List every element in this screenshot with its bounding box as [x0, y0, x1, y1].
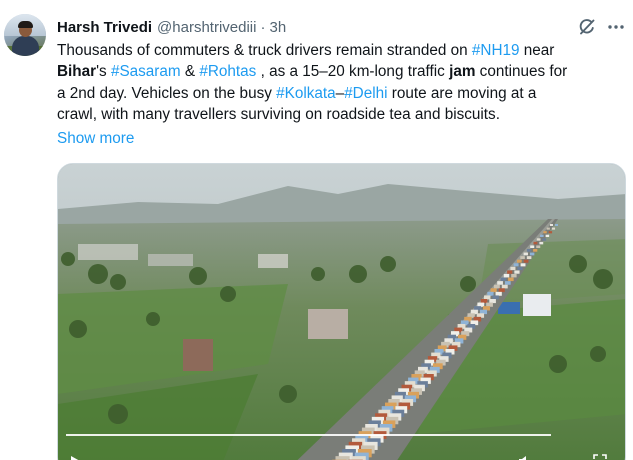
- vehicle: [526, 249, 532, 252]
- video-progress-bar[interactable]: [66, 434, 551, 436]
- vehicle: [536, 238, 541, 241]
- hashtag-link[interactable]: #Sasaram: [111, 63, 181, 80]
- vehicle: [540, 234, 544, 238]
- avatar[interactable]: [4, 14, 46, 56]
- vehicle: [495, 291, 502, 296]
- vehicle: [500, 277, 507, 282]
- hashtag-link[interactable]: #NH19: [472, 42, 520, 59]
- text-segment: –: [335, 84, 345, 102]
- vehicle: [492, 295, 499, 300]
- vehicle: [548, 231, 553, 234]
- text-segment: near: [519, 42, 555, 59]
- tweet-text-line: a 2nd day. Vehicles on the busy #Kolkata…: [57, 83, 627, 104]
- avatar-body: [12, 36, 39, 56]
- vehicle: [523, 252, 528, 256]
- vehicle: [510, 266, 516, 271]
- vehicle: [493, 284, 500, 289]
- tweet-text-line: Bihar's #Sasaram & #Rohtas , as a 15–20 …: [57, 61, 627, 82]
- vehicle: [484, 295, 491, 300]
- vehicle: [503, 274, 510, 278]
- vehicle: [508, 277, 514, 282]
- avatar-hair: [18, 21, 33, 28]
- vehicle: [530, 245, 535, 249]
- vehicle: [498, 288, 505, 293]
- author-handle[interactable]: @harshtrivediii: [157, 19, 256, 36]
- vehicle: [529, 252, 535, 256]
- vehicle: [520, 256, 525, 260]
- vehicle: [490, 288, 497, 293]
- tweet-text-line: Thousands of commuters & truck drivers r…: [57, 40, 627, 61]
- volume-icon[interactable]: [518, 454, 532, 460]
- vehicle: [489, 299, 496, 304]
- vehicle: [520, 263, 526, 267]
- vehicle: [511, 274, 517, 278]
- bold-text: Bihar: [57, 63, 97, 81]
- hashtag-link[interactable]: #Kolkata: [276, 85, 336, 102]
- vehicle: [539, 241, 544, 245]
- bold-text: jam: [449, 63, 476, 81]
- vehicle: [507, 270, 513, 274]
- grok-icon[interactable]: [577, 17, 597, 37]
- vehicle: [487, 291, 494, 296]
- hashtag-link[interactable]: #Rohtas: [199, 63, 256, 80]
- text-segment: continues for: [475, 63, 568, 81]
- vehicle: [477, 302, 485, 307]
- text-segment: Thousands of commuters & truck drivers r…: [57, 42, 472, 59]
- fullscreen-icon[interactable]: [593, 454, 607, 460]
- text-segment: , as a 15–20 km-long traffic: [256, 63, 450, 81]
- author-name[interactable]: Harsh Trivedi: [57, 19, 152, 36]
- play-icon[interactable]: [68, 454, 82, 460]
- vehicle: [497, 281, 503, 285]
- separator-dot: ·: [260, 18, 266, 36]
- vehicle: [517, 259, 522, 263]
- tweet-text: Thousands of commuters & truck drivers r…: [57, 40, 627, 125]
- vehicle: [480, 299, 488, 304]
- tweet-text-line: crawl, with many travellers surviving on…: [57, 104, 627, 125]
- text-segment: 's: [96, 63, 111, 81]
- vehicle: [501, 284, 508, 289]
- show-more-link[interactable]: Show more: [57, 128, 134, 149]
- text-segment: route are moving at a: [387, 84, 537, 102]
- tweet-card[interactable]: Harsh Trivedi @harshtrivediii · 3h Thous…: [0, 0, 633, 460]
- tweet-header: Harsh Trivedi @harshtrivediii · 3h: [57, 17, 286, 37]
- text-segment: a 2nd day. Vehicles on the busy: [57, 84, 277, 102]
- vehicle: [514, 270, 520, 274]
- vehicle: [504, 281, 511, 285]
- vehicle: [533, 249, 538, 252]
- vehicle: [526, 256, 532, 260]
- vehicle: [551, 227, 556, 230]
- vehicle: [546, 227, 550, 230]
- more-options-icon[interactable]: [606, 17, 626, 37]
- timestamp[interactable]: 3h: [269, 19, 286, 36]
- vehicle: [555, 224, 558, 226]
- hashtag-link[interactable]: #Delhi: [344, 85, 387, 102]
- vehicle: [513, 263, 519, 267]
- vehicle: [536, 245, 541, 249]
- vehicle: [351, 456, 366, 460]
- vehicle: [550, 224, 553, 226]
- vehicle: [543, 231, 547, 234]
- vehicle: [545, 234, 550, 238]
- text-segment: crawl, with many travellers surviving on…: [57, 105, 500, 123]
- vehicle: [523, 259, 529, 263]
- aerial-highway-traffic-jam-image: [58, 164, 625, 460]
- vehicle: [533, 241, 538, 245]
- vehicle: [542, 238, 547, 241]
- vehicle: [486, 302, 493, 307]
- vehicle: [517, 266, 523, 271]
- vehicle: [335, 456, 350, 460]
- text-segment: &: [180, 63, 200, 81]
- video-media[interactable]: [57, 163, 626, 460]
